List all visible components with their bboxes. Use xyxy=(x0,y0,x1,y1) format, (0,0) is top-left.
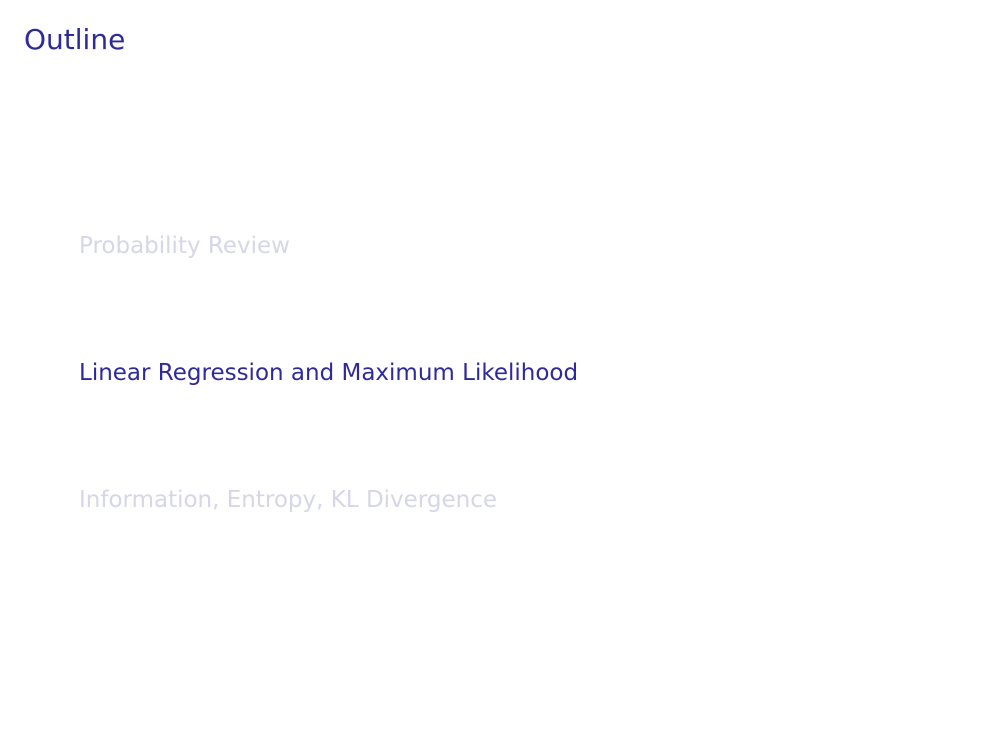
slide: Outline Probability Review Linear Regres… xyxy=(0,0,1008,756)
outline-item-information-entropy: Information, Entropy, KL Divergence xyxy=(79,487,497,513)
outline-item-linear-regression: Linear Regression and Maximum Likelihood xyxy=(79,360,579,386)
slide-title: Outline xyxy=(24,23,126,56)
outline-item-probability-review: Probability Review xyxy=(79,233,290,259)
